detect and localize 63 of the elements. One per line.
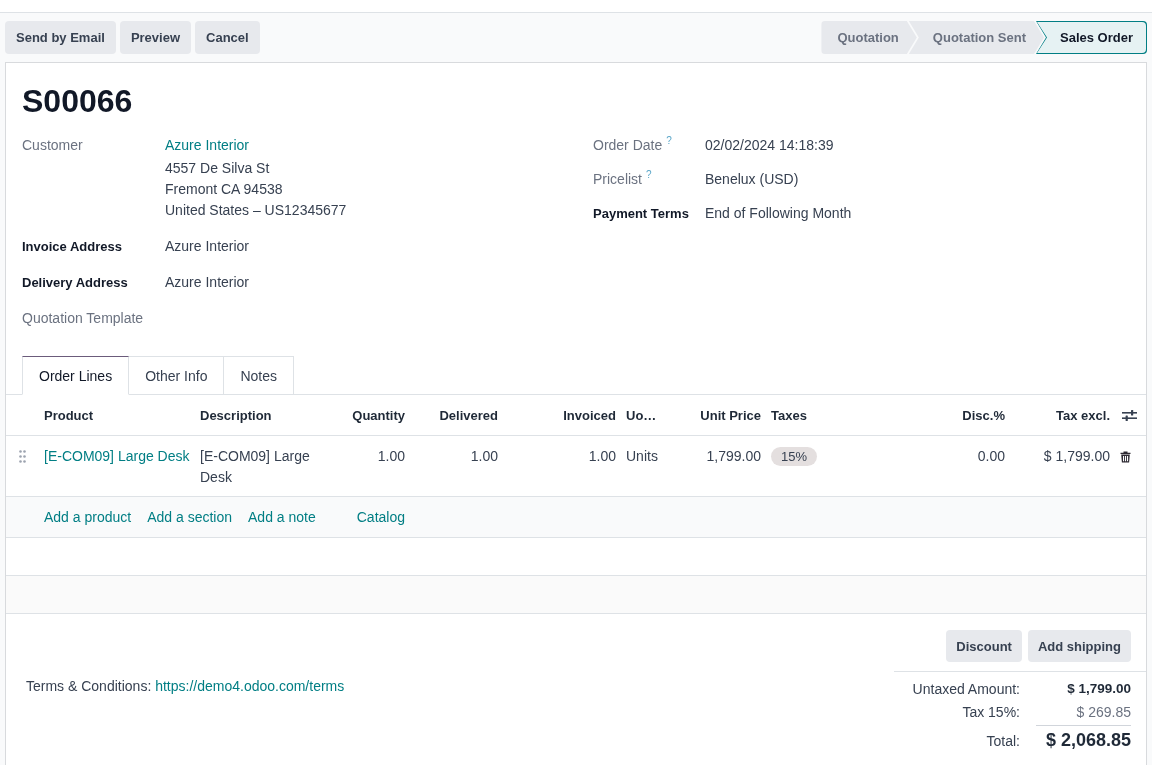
column-header[interactable]: Product [44,408,94,423]
cell-value: Units [626,448,658,464]
address-line: Fremont CA 94538 [165,180,284,199]
cell-value: 0.00 [977,448,1005,464]
cell-value: 1.00 [470,448,498,464]
status-step[interactable]: Quotation Sent [908,21,1044,54]
terms-link[interactable]: https://demo4.odoo.com/terms [155,678,345,694]
field-value[interactable]: Benelux (USD) [705,169,799,190]
field-label: Payment Terms [593,205,689,223]
field-label: Quotation Template [22,309,144,328]
toolbar-button[interactable]: Cancel [195,21,260,54]
column-header[interactable]: Taxes [771,408,807,423]
field-label: Order Date [593,136,663,155]
record-title: S00066 [22,82,133,121]
field-value[interactable]: End of Following Month [705,203,852,224]
tab[interactable]: Notes [224,356,294,395]
column-header[interactable]: Disc.% [962,408,1005,423]
add-line-link[interactable]: Add a product [44,509,132,525]
cell-value: [E-COM09] Large Desk [200,448,310,485]
cell-value: 1,799.00 [706,448,761,464]
field-label: Delivery Address [22,274,128,292]
cell-value: $ 1,799.00 [1043,448,1110,464]
catalog-link[interactable]: Catalog [356,509,405,525]
column-header[interactable]: Tax excl. [1056,408,1110,423]
field-label: Invoice Address [22,238,122,256]
field-link[interactable]: Azure Interior [165,135,250,156]
column-header[interactable]: Invoiced [563,408,616,423]
cell-value: 1.00 [588,448,616,464]
add-line-link[interactable]: Add a note [248,509,316,525]
field-label: Customer [22,136,83,155]
field-label: Pricelist [593,170,642,189]
column-header[interactable]: Quantity [352,408,405,423]
total-label: Untaxed Amount: [911,680,1020,699]
tab[interactable]: Other Info [129,356,225,395]
total-value: $ 2,068.85 [1036,725,1131,753]
add-line-link[interactable]: Add a section [147,509,232,525]
total-label: Total: [985,732,1020,751]
column-header[interactable]: Unit Price [700,408,761,423]
column-header[interactable]: Delivered [439,408,498,423]
status-step[interactable]: Sales Order [1036,21,1147,54]
field-value[interactable]: Azure Interior [165,272,250,293]
footer-button[interactable]: Discount [946,630,1022,662]
total-value: $ 1,799.00 [1066,680,1131,698]
column-header[interactable]: Uo… [626,408,657,423]
terms-text: Terms & Conditions: https://demo4.odoo.com/terms [26,677,345,696]
tax-tag: 15% [771,447,818,466]
cell-link[interactable]: [E-COM09] Large Desk [44,448,190,464]
status-step[interactable]: Quotation [821,21,917,54]
footer-button[interactable]: Add shipping [1027,630,1131,662]
total-value: $ 269.85 [1075,703,1131,722]
drag-handle-icon[interactable] [19,450,26,463]
toolbar-button[interactable]: Preview [119,21,192,54]
total-label: Tax 15%: [961,703,1020,722]
field-value[interactable]: 02/02/2024 14:18:39 [705,135,834,156]
toolbar-button[interactable]: Send by Email [5,21,116,54]
column-header[interactable]: Description [200,408,272,423]
address-line: 4557 De Silva St [165,159,271,178]
address-line: United States – US12345677 [165,201,347,220]
sliders-icon[interactable] [1122,409,1137,421]
cell-value: 1.00 [377,448,405,464]
field-value[interactable]: Azure Interior [165,236,250,257]
trash-icon[interactable] [1120,451,1131,463]
tab[interactable]: Order Lines [22,356,130,395]
